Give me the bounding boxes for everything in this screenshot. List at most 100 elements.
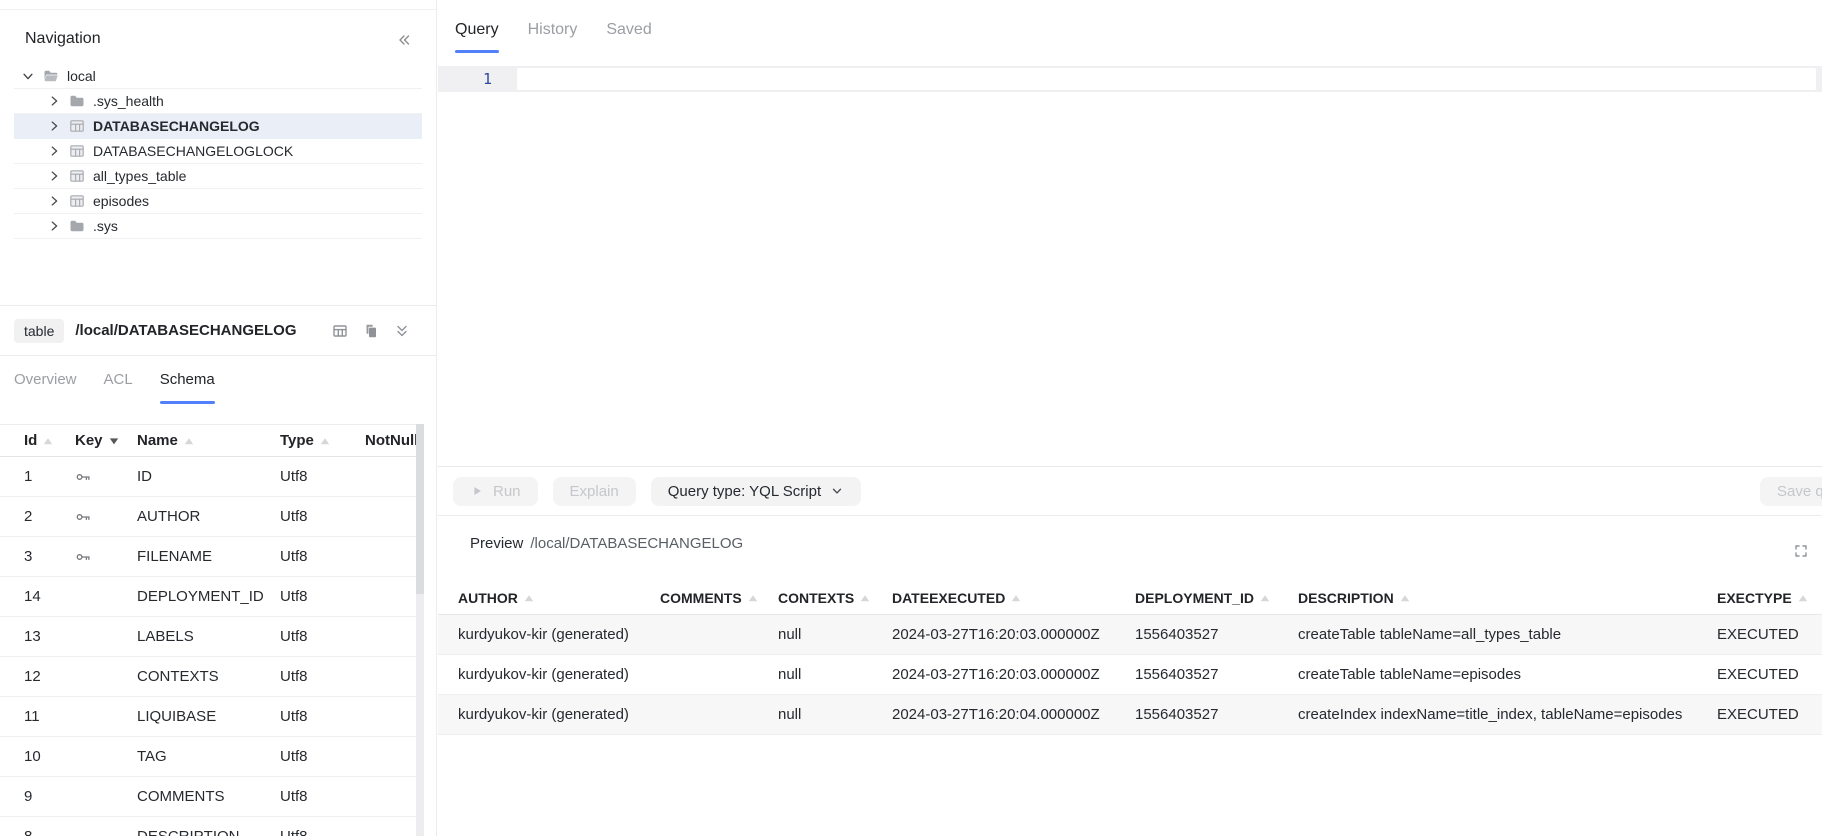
query-type-selector[interactable]: Query type: YQL Script [651,477,861,506]
sort-asc-icon [184,437,194,445]
sort-asc-icon [1011,594,1021,602]
key-icon [75,509,91,525]
chevron-right-icon[interactable] [47,119,61,133]
entity-path: /local/DATABASECHANGELOG [75,322,296,339]
folder-icon [69,93,85,109]
folder-open-icon [43,68,59,84]
copy-icon [363,323,379,339]
sort-asc-icon [1798,594,1808,602]
tree-item-label: .sys_health [93,93,164,109]
key-icon [75,469,91,485]
tree-item-sys-health[interactable]: .sys_health [14,89,422,114]
navigation-panel: Navigation local .sys_health DATABASECHA… [0,10,436,305]
chevron-down-icon [830,484,844,498]
editor-actions-bar: Run Explain Query type: YQL Script Save … [438,467,1822,515]
fullscreen-icon [1793,543,1809,559]
chevron-right-icon[interactable] [47,169,61,183]
table-row: 11 LIQUIBASE Utf8 [0,697,417,737]
table-row: 12 CONTEXTS Utf8 [0,657,417,697]
tree-item-label: episodes [93,193,149,209]
schema-scrollbar[interactable] [416,424,424,836]
tree-item-label: local [67,68,96,84]
key-icon [75,549,91,565]
table-row: 3 FILENAME Utf8 [0,537,417,577]
query-editor[interactable]: 1 [438,66,1822,467]
save-query-button[interactable]: Save query [1760,477,1822,506]
chevron-down-icon[interactable] [21,69,35,83]
tree-item-label: .sys [93,218,118,234]
schema-table: Id Key Name Type NotNull 1 ID Utf8 2 AUT… [0,424,417,836]
editor-current-line[interactable]: 1 [438,66,1822,92]
tree-item-databasechangeloglock[interactable]: DATABASECHANGELOGLOCK [14,139,422,164]
column-header-deployment-id[interactable]: DEPLOYMENT_ID [1135,590,1298,606]
chevron-right-icon[interactable] [47,94,61,108]
table-row: kurdyukov-kir (generated) null 2024-03-2… [438,655,1822,695]
tree-item-all-types-table[interactable]: all_types_table [14,164,422,189]
explain-button[interactable]: Explain [553,477,636,506]
sort-desc-icon [109,437,119,445]
tree-item-label: DATABASECHANGELOG [93,118,260,134]
tab-history[interactable]: History [528,21,578,53]
column-header-key[interactable]: Key [75,432,137,449]
query-tabs: Query History Saved [438,0,1822,53]
table-grid-icon [332,323,348,339]
chevron-right-icon[interactable] [47,219,61,233]
sort-asc-icon [1400,594,1410,602]
object-summary-panel: table /local/DATABASECHANGELOG Overview … [0,305,436,836]
copy-path-button[interactable] [363,323,379,339]
tab-query[interactable]: Query [455,21,499,53]
chevron-right-icon[interactable] [47,194,61,208]
preview-title: Preview [470,535,523,552]
table-row: 10 TAG Utf8 [0,737,417,777]
sort-asc-icon [748,594,758,602]
open-preview-button[interactable] [332,323,348,339]
column-header-id[interactable]: Id [24,432,75,449]
tab-schema[interactable]: Schema [160,371,215,404]
table-icon [69,118,85,134]
table-row: 2 AUTHOR Utf8 [0,497,417,537]
sort-asc-icon [860,594,870,602]
table-row: 1 ID Utf8 [0,457,417,497]
tree-item-local[interactable]: local [14,64,422,89]
left-panel: Navigation local .sys_health DATABASECHA… [0,0,437,836]
table-row: 9 COMMENTS Utf8 [0,777,417,817]
sort-asc-icon [1260,594,1270,602]
tab-acl[interactable]: ACL [104,371,133,404]
table-row: kurdyukov-kir (generated) null 2024-03-2… [438,615,1822,655]
column-header-author[interactable]: AUTHOR [458,590,660,606]
double-chevron-left-icon [396,32,412,48]
sort-asc-icon [524,594,534,602]
run-button[interactable]: Run [453,477,538,506]
chevron-right-icon[interactable] [47,144,61,158]
scrollbar-thumb[interactable] [416,424,424,594]
column-header-type[interactable]: Type [280,432,365,449]
preview-header: Preview /local/DATABASECHANGELOG [438,516,1822,564]
summary-tabs: Overview ACL Schema [0,356,436,404]
preview-path: /local/DATABASECHANGELOG [530,535,743,552]
tab-saved[interactable]: Saved [606,21,651,53]
column-header-contexts[interactable]: CONTEXTS [778,590,892,606]
tab-overview[interactable]: Overview [14,371,77,404]
fullscreen-button[interactable] [1793,543,1809,559]
collapse-panel-button[interactable] [392,28,416,52]
column-header-name[interactable]: Name [137,432,280,449]
schema-table-header: Id Key Name Type NotNull [0,424,417,457]
tree-item-sys[interactable]: .sys [14,214,422,239]
table-row: 8 DESCRIPTION Utf8 [0,817,417,836]
column-header-notnull[interactable]: NotNull [365,432,417,449]
sort-asc-icon [43,437,53,445]
double-chevron-down-icon [394,323,410,339]
column-header-dateexecuted[interactable]: DATEEXECUTED [892,590,1135,606]
entity-type-badge: table [14,319,64,343]
table-icon [69,193,85,209]
table-row: 13 LABELS Utf8 [0,617,417,657]
column-header-description[interactable]: DESCRIPTION [1298,590,1717,606]
editor-line-content[interactable] [517,68,1816,90]
column-header-comments[interactable]: COMMENTS [660,590,778,606]
tree-item-episodes[interactable]: episodes [14,189,422,214]
tree-item-label: all_types_table [93,168,186,184]
column-header-exectype[interactable]: EXECTYPE [1717,590,1822,606]
collapse-summary-button[interactable] [394,323,410,339]
tree-item-databasechangelog[interactable]: DATABASECHANGELOG [14,114,422,139]
navigation-title: Navigation [25,30,101,47]
